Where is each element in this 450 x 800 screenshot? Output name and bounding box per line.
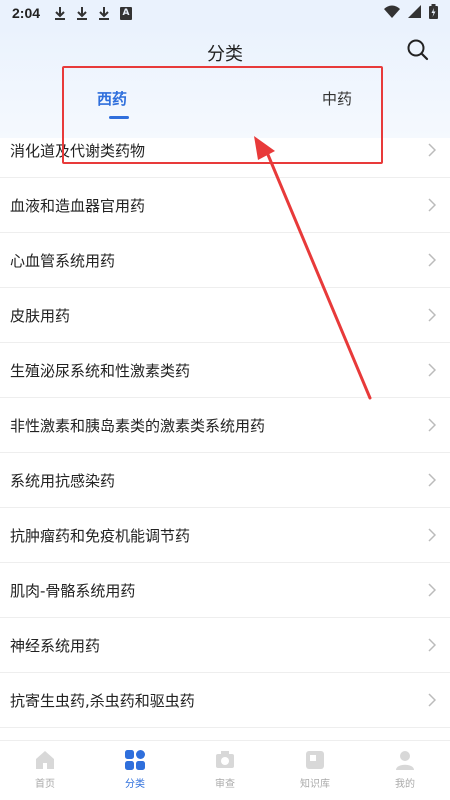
list-item-label: 抗肿瘤药和免疫机能调节药 xyxy=(10,526,191,545)
list-item[interactable]: 肌肉-骨骼系统用药 xyxy=(0,563,450,618)
chevron-right-icon xyxy=(428,638,436,652)
chevron-right-icon xyxy=(428,528,436,542)
download-icon xyxy=(98,6,110,20)
annotation-highlight-box xyxy=(62,66,383,164)
status-bar: 2:04 A xyxy=(0,0,450,26)
home-icon xyxy=(36,751,54,769)
list-item-label: 非性激素和胰岛素类的激素类系统用药 xyxy=(10,416,266,435)
list-item[interactable]: 心血管系统用药 xyxy=(0,233,450,288)
nav-label: 分类 xyxy=(125,779,145,790)
list-item[interactable]: 生殖泌尿系统和性激素类药 xyxy=(0,343,450,398)
chevron-right-icon xyxy=(428,143,436,157)
search-button[interactable] xyxy=(406,38,430,62)
chevron-right-icon xyxy=(428,418,436,432)
sim-card-icon: A xyxy=(120,6,133,20)
nav-knowledge-base[interactable]: 知识库 xyxy=(270,741,360,800)
list-item-label: 心血管系统用药 xyxy=(10,251,116,270)
download-icon xyxy=(54,6,66,20)
nav-review[interactable]: 审查 xyxy=(180,741,270,800)
chevron-right-icon xyxy=(428,308,436,322)
signal-icon xyxy=(408,4,421,22)
list-item[interactable]: 抗肿瘤药和免疫机能调节药 xyxy=(0,508,450,563)
nav-label: 首页 xyxy=(35,779,55,790)
chevron-right-icon xyxy=(428,583,436,597)
nav-label: 知识库 xyxy=(300,779,330,790)
nav-home[interactable]: 首页 xyxy=(0,741,90,800)
user-icon xyxy=(396,751,414,770)
grid-icon xyxy=(125,750,145,770)
chevron-right-icon xyxy=(428,363,436,377)
chevron-right-icon xyxy=(428,693,436,707)
list-item-label: 血液和造血器官用药 xyxy=(10,196,146,215)
chevron-right-icon xyxy=(428,473,436,487)
list-item[interactable]: 非性激素和胰岛素类的激素类系统用药 xyxy=(0,398,450,453)
nav-mine[interactable]: 我的 xyxy=(360,741,450,800)
list-item-label: 生殖泌尿系统和性激素类药 xyxy=(10,361,191,380)
list-item[interactable]: 抗寄生虫药,杀虫药和驱虫药 xyxy=(0,673,450,728)
list-item[interactable]: 血液和造血器官用药 xyxy=(0,178,450,233)
download-icon xyxy=(76,6,88,20)
category-list: 消化道及代谢类药物 血液和造血器官用药 心血管系统用药 皮肤用药 生殖泌尿系统和… xyxy=(0,123,450,728)
nav-label: 我的 xyxy=(395,779,415,790)
list-item-label: 皮肤用药 xyxy=(10,306,71,325)
battery-icon xyxy=(429,3,438,23)
camera-icon xyxy=(216,751,234,768)
list-item-label: 肌肉-骨骼系统用药 xyxy=(10,581,136,600)
list-item[interactable]: 皮肤用药 xyxy=(0,288,450,343)
list-item[interactable]: 神经系统用药 xyxy=(0,618,450,673)
book-icon xyxy=(306,751,324,769)
list-item-label: 系统用抗感染药 xyxy=(10,471,116,490)
status-time: 2:04 xyxy=(12,5,41,21)
wifi-icon xyxy=(384,5,400,22)
list-item-label: 神经系统用药 xyxy=(10,636,101,655)
page-title: 分类 xyxy=(207,44,243,65)
bottom-nav: 首页 分类 审查 知识库 我的 xyxy=(0,740,450,800)
chevron-right-icon xyxy=(428,253,436,267)
nav-category[interactable]: 分类 xyxy=(90,741,180,800)
list-item[interactable]: 系统用抗感染药 xyxy=(0,453,450,508)
chevron-right-icon xyxy=(428,198,436,212)
list-item-label: 抗寄生虫药,杀虫药和驱虫药 xyxy=(10,691,195,710)
search-icon xyxy=(407,39,429,61)
nav-label: 审查 xyxy=(215,779,235,790)
